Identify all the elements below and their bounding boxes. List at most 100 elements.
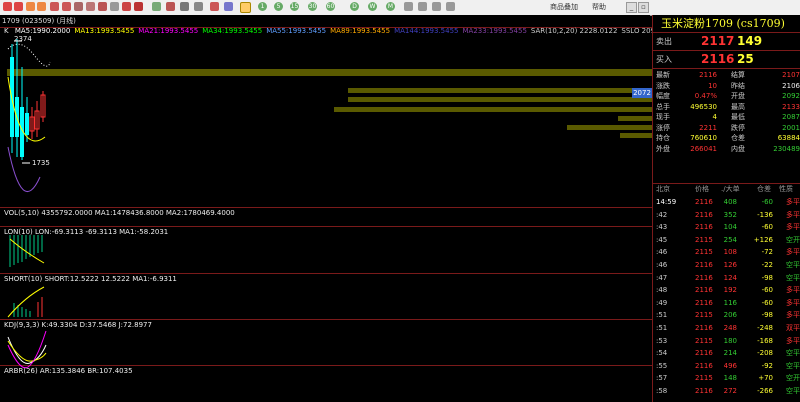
stat-value: 0.47% — [694, 92, 717, 100]
text-icon[interactable] — [62, 2, 71, 11]
tick-row[interactable]: :48 2116 192 -60 多平 — [653, 285, 800, 296]
lamp-icon[interactable] — [134, 2, 143, 11]
minimize-button[interactable]: _ — [626, 2, 637, 13]
period-day-button[interactable]: D — [350, 2, 359, 11]
period-30-button[interactable]: 30 — [308, 2, 317, 11]
label-icon[interactable] — [86, 2, 95, 11]
short-histogram — [13, 303, 31, 317]
kdj-d-line — [7, 340, 47, 362]
tick-volume: 496 — [723, 361, 737, 370]
tick-oi-change: -168 — [757, 336, 773, 345]
stat-label: 开盘 — [731, 92, 745, 100]
tick-nature: 空开 — [786, 374, 800, 383]
tick-row[interactable]: :49 2116 116 -60 多平 — [653, 298, 800, 309]
back-icon[interactable] — [3, 2, 12, 11]
chart-icon[interactable] — [166, 2, 175, 11]
refresh-icon[interactable] — [418, 2, 427, 11]
tick-row[interactable]: :51 2115 206 -98 多平 — [653, 310, 800, 321]
pen-icon[interactable] — [50, 2, 59, 11]
tick-row[interactable]: :43 2116 104 -60 多平 — [653, 222, 800, 233]
zoom-out-icon[interactable] — [37, 2, 46, 11]
tick-row[interactable]: :57 2115 148 +70 空开 — [653, 373, 800, 384]
header-volume: ./大单 — [721, 185, 740, 193]
window-icon[interactable] — [224, 2, 233, 11]
tick-volume: 180 — [723, 336, 737, 345]
header-nature: 性质 — [779, 185, 793, 193]
tick-time: :54 — [656, 349, 668, 358]
period-5-button[interactable]: 5 — [274, 2, 283, 11]
zoom-in-icon[interactable] — [26, 2, 35, 11]
stat-value: 496530 — [690, 102, 717, 111]
tick-row[interactable]: :54 2116 214 -208 空平 — [653, 348, 800, 359]
tick-row[interactable]: :58 2116 272 -266 空平 — [653, 386, 800, 397]
tick-volume: 352 — [723, 210, 737, 219]
grid-icon[interactable] — [152, 2, 161, 11]
tool-icon[interactable] — [446, 2, 455, 11]
tick-row[interactable]: :42 2116 352 -136 多平 — [653, 210, 800, 221]
tick-nature: 多平 — [786, 248, 800, 257]
stat-label: 仓差 — [731, 134, 745, 142]
tag-icon[interactable] — [98, 2, 107, 11]
buy-volume: 25 — [737, 52, 754, 66]
ma-item: MA5:1990.2000 — [14, 27, 71, 35]
calculator-icon[interactable] — [432, 2, 441, 11]
line-icon[interactable] — [74, 2, 83, 11]
table-icon[interactable] — [180, 2, 189, 11]
tick-nature: 空平 — [786, 387, 800, 395]
list-icon[interactable] — [194, 2, 203, 11]
tick-row[interactable]: :45 2115 254 +126 空开 — [653, 235, 800, 246]
page-icon[interactable] — [240, 2, 251, 13]
buy-price: 2116 — [701, 52, 735, 66]
tick-volume: 126 — [723, 261, 737, 269]
toolbar: 1 5 15 30 60 D W M 商品叠加 帮助 _ ▫ — [0, 0, 800, 16]
tick-price: 2115 — [695, 248, 713, 257]
forward-icon[interactable] — [14, 2, 23, 11]
note-icon[interactable] — [110, 2, 119, 11]
ma-item: MA55:1993.5455 — [266, 27, 327, 35]
chart-area: K MA5:1990.2000 MA13:1993.5455 MA21:1993.5… — [0, 27, 666, 402]
period-month-button[interactable]: M — [386, 2, 395, 11]
overlay-link[interactable]: 商品叠加 — [550, 2, 578, 12]
tick-row[interactable]: :47 2116 124 -98 空平 — [653, 273, 800, 284]
period-60-button[interactable]: 60 — [326, 2, 335, 11]
sell-volume: 149 — [737, 34, 763, 48]
tick-time: :58 — [656, 387, 668, 395]
tick-volume: 104 — [723, 223, 737, 232]
tick-oi-change: -60 — [761, 298, 773, 307]
tick-price: 2116 — [695, 261, 713, 269]
period-week-button[interactable]: W — [368, 2, 377, 11]
restore-button[interactable]: ▫ — [638, 2, 649, 13]
ma-item: SAR(10,2,20) 2228.0122 — [530, 27, 618, 35]
tick-time: :55 — [656, 361, 668, 370]
tick-nature: 空平 — [786, 261, 800, 269]
buy-row[interactable]: 买入 2116 25 — [653, 51, 800, 69]
tick-row[interactable]: :55 2116 496 -92 空平 — [653, 361, 800, 372]
period-15-button[interactable]: 15 — [290, 2, 299, 11]
vap-bar — [348, 97, 652, 102]
stat-value: 2211 — [699, 123, 717, 132]
candle — [25, 113, 29, 135]
stat-label: 最新 — [656, 71, 670, 79]
stat-value: 230489 — [773, 144, 800, 153]
stat-label: 外盘 — [656, 144, 670, 153]
stat-value: 2116 — [699, 71, 717, 79]
settings-icon[interactable] — [404, 2, 413, 11]
stat-label: 幅度 — [656, 92, 670, 100]
help-link[interactable]: 帮助 — [592, 2, 606, 12]
tick-row[interactable]: 14:59 2116 408 -60 多平 — [653, 197, 800, 208]
tick-oi-change: +126 — [753, 235, 773, 244]
marker-icon[interactable] — [122, 2, 131, 11]
bars-icon[interactable] — [210, 2, 219, 11]
tick-row[interactable]: :53 2115 180 -168 多平 — [653, 336, 800, 347]
quote-panel: 玉米淀粉1709 (cs1709) 卖出 2117 149 买入 2116 25… — [652, 15, 800, 402]
period-1-button[interactable]: 1 — [258, 2, 267, 11]
tick-nature: 多平 — [786, 198, 800, 206]
tick-row[interactable]: :46 2115 108 -72 多平 — [653, 247, 800, 258]
sell-row[interactable]: 卖出 2117 149 — [653, 33, 800, 51]
tick-row[interactable]: :46 2116 126 -22 空平 — [653, 260, 800, 271]
tick-price: 2115 — [695, 374, 713, 383]
tick-price: 2116 — [695, 324, 713, 332]
sell-label: 卖出 — [656, 37, 672, 46]
tick-row[interactable]: :51 2116 248 -248 双平 — [653, 323, 800, 334]
buy-label: 买入 — [656, 55, 672, 64]
